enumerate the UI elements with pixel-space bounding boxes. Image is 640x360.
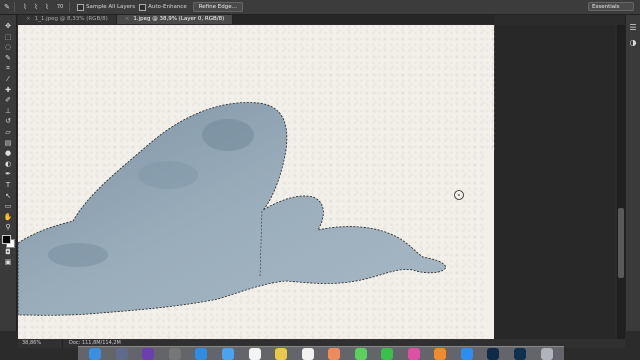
launchpad-icon[interactable] [115, 347, 128, 360]
photoshop-icon[interactable] [487, 347, 500, 360]
photoshop-2-icon[interactable] [514, 347, 527, 360]
document-tabs: × 1_1.jpeg @ 8,33% (RGB/8) × 1.jpeg @ 38,9… [18, 15, 494, 24]
eyedropper-icon[interactable]: ⁄ [3, 74, 14, 85]
brush-icon[interactable]: ✐ [3, 95, 14, 106]
quick-mask-icon[interactable]: ◘ [3, 247, 14, 258]
tab-document-1[interactable]: × 1_1.jpeg @ 8,33% (RGB/8) [18, 15, 117, 24]
zoom-level[interactable]: 38,86% [18, 339, 63, 348]
macos-dock [78, 346, 564, 360]
dodge-icon[interactable]: ◐ [3, 159, 14, 170]
calendar-icon[interactable] [248, 347, 261, 360]
itunes-icon[interactable] [407, 347, 420, 360]
imovie-icon[interactable] [142, 347, 155, 360]
paint-dark-patch [138, 161, 198, 189]
brush-size-icon[interactable]: 70 [54, 3, 66, 11]
history-brush-icon[interactable]: ↺ [3, 116, 14, 127]
pasteboard [494, 25, 615, 339]
tab-label: 1_1.jpeg @ 8,33% (RGB/8) [34, 16, 108, 22]
app-store-icon[interactable] [460, 347, 473, 360]
paint-dark-patch [202, 119, 254, 151]
crop-icon[interactable]: ⌗ [3, 63, 14, 74]
finder-icon[interactable] [89, 347, 102, 360]
move-icon[interactable]: ✥ [3, 21, 14, 32]
watercolor-artwork [18, 102, 464, 316]
messages-icon[interactable] [354, 347, 367, 360]
add-to-selection-icon[interactable]: ⌇ [32, 3, 40, 11]
workspace-switcher[interactable]: Essentials [588, 2, 634, 11]
paint-dark-patch [48, 243, 108, 267]
checkbox-box[interactable] [139, 3, 147, 11]
facetime-icon[interactable] [381, 347, 394, 360]
safari-icon[interactable] [195, 347, 208, 360]
selection-edge-right [492, 25, 495, 150]
subtract-from-selection-icon[interactable]: ⌇ [43, 3, 51, 11]
tools-panel: ✥ ⬚ ◌ ✎ ⌗ ⁄ ✚ ✐ ⊥ ↺ ▱ ▤ ● ◐ ✒ T ↖ ▭ ✋ ⚲ … [0, 15, 17, 331]
path-selection-icon[interactable]: ↖ [3, 191, 14, 202]
tab-document-2[interactable]: × 1.jpeg @ 38,9% (Layer 0, RGB/8) [116, 15, 234, 24]
system-preferences-icon[interactable] [168, 347, 181, 360]
lasso-icon[interactable]: ◌ [3, 42, 14, 53]
canvas-edge [484, 150, 494, 339]
options-bar: ✎ ⌇ ⌇ ⌇ 70 Sample All Layers Auto-Enhanc… [0, 0, 640, 15]
reminders-icon[interactable] [301, 347, 314, 360]
checkbox-box[interactable] [77, 3, 84, 11]
auto-enhance-label: Auto-Enhance [148, 4, 187, 10]
new-selection-icon[interactable]: ⌇ [21, 3, 29, 11]
layers-panel-icon[interactable]: ☰ [629, 23, 636, 32]
eraser-icon[interactable]: ▱ [3, 127, 14, 138]
ibooks-icon[interactable] [434, 347, 447, 360]
hand-icon[interactable]: ✋ [3, 212, 14, 223]
type-icon[interactable]: T [3, 180, 14, 191]
close-icon[interactable]: × [26, 16, 31, 22]
shape-icon[interactable]: ▭ [3, 201, 14, 212]
auto-enhance-checkbox[interactable]: Auto-Enhance [139, 3, 187, 11]
blur-icon[interactable]: ● [3, 148, 14, 159]
document-canvas[interactable] [18, 25, 494, 339]
notes-icon[interactable] [275, 347, 288, 360]
close-icon[interactable]: × [125, 16, 130, 22]
divider [14, 2, 15, 12]
sample-all-layers-checkbox[interactable]: Sample All Layers [77, 3, 136, 11]
crosshair-cursor-icon [454, 190, 464, 200]
pen-icon[interactable]: ✒ [3, 169, 14, 180]
screen-mode-icon[interactable]: ▣ [3, 257, 14, 268]
mail-icon[interactable] [222, 347, 234, 360]
vertical-scrollbar[interactable] [617, 25, 625, 339]
photos-icon[interactable] [328, 347, 341, 360]
quick-selection-tool-icon[interactable]: ✎ [3, 3, 11, 11]
scrollbar-thumb[interactable] [618, 208, 624, 278]
sample-all-layers-label: Sample All Layers [86, 4, 136, 10]
divider [69, 2, 70, 12]
quick-selection-icon[interactable]: ✎ [3, 53, 14, 64]
marquee-icon[interactable]: ⬚ [3, 32, 14, 43]
color-swatches[interactable] [2, 234, 15, 248]
panel-dock: ☰ ◑ [625, 15, 640, 331]
trash-icon[interactable] [540, 347, 553, 360]
gradient-icon[interactable]: ▤ [3, 138, 14, 149]
healing-icon[interactable]: ✚ [3, 85, 14, 96]
foreground-color-swatch[interactable] [2, 234, 11, 244]
clone-stamp-icon[interactable]: ⊥ [3, 106, 14, 117]
refine-edge-button[interactable]: Refine Edge... [192, 2, 243, 12]
adjustments-panel-icon[interactable]: ◑ [630, 38, 637, 47]
tab-label: 1.jpeg @ 38,9% (Layer 0, RGB/8) [133, 16, 225, 22]
zoom-icon[interactable]: ⚲ [3, 222, 14, 233]
